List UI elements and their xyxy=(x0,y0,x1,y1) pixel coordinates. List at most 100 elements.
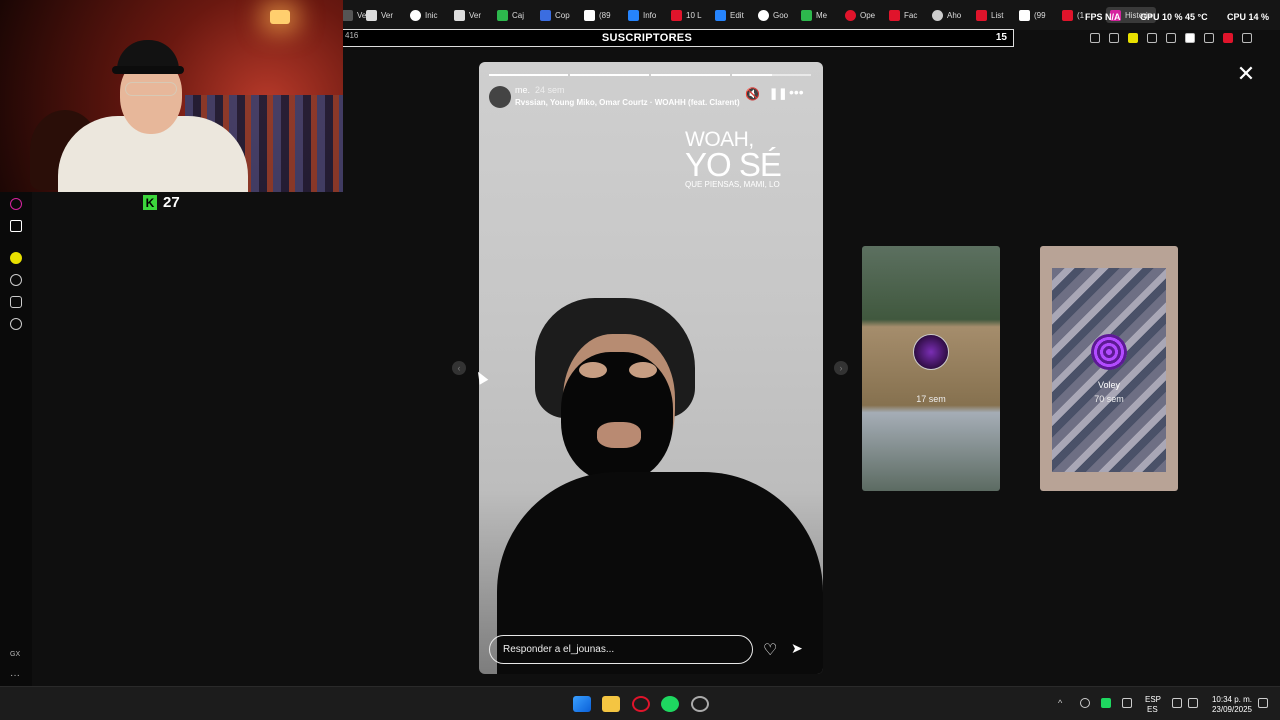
tab[interactable]: Info xyxy=(628,7,656,23)
tab[interactable]: Me xyxy=(801,7,827,23)
volume-icon[interactable] xyxy=(1188,698,1198,708)
story-music[interactable]: Rvssian, Young Miko, Omar Courtz · WOAHH… xyxy=(515,98,740,107)
tab[interactable]: Inic xyxy=(410,7,437,23)
close-icon: ✕ xyxy=(1236,61,1256,86)
cpu-stat: CPU 14 % xyxy=(1227,12,1270,22)
tab[interactable]: (1 xyxy=(1062,7,1084,23)
share-button[interactable]: ➤ xyxy=(791,640,811,660)
tab[interactable]: 10 L xyxy=(671,7,702,23)
like-button[interactable]: ♡ xyxy=(763,640,783,660)
pause-button[interactable]: ❚❚ xyxy=(769,87,787,103)
shield-icon[interactable] xyxy=(1128,33,1138,43)
chevron-up-icon[interactable]: ^ xyxy=(1058,698,1068,708)
start-icon[interactable] xyxy=(573,696,591,712)
thumbnail-time: 70 sem xyxy=(1094,394,1124,404)
story-progress-bar xyxy=(570,74,649,76)
bolt-icon xyxy=(976,9,987,21)
heart-icon[interactable] xyxy=(1166,33,1176,43)
tab[interactable]: Goo xyxy=(758,7,788,23)
tray-app-icon[interactable] xyxy=(1080,698,1090,708)
keyboard-layout[interactable]: ES xyxy=(1147,705,1158,714)
page-icon xyxy=(342,9,353,21)
puzzle-icon[interactable] xyxy=(1204,33,1214,43)
microphone-icon[interactable] xyxy=(1122,698,1132,708)
clock-time[interactable]: 10:34 p. m. xyxy=(1208,695,1252,704)
story-progress-fill xyxy=(651,74,730,76)
reply-input[interactable] xyxy=(489,635,753,664)
pocket-icon xyxy=(671,9,682,21)
story-progress-bar xyxy=(651,74,730,76)
gpu-stat: GPU 10 % 45 °C xyxy=(1140,12,1208,22)
tab[interactable]: Edit xyxy=(715,7,744,23)
windows-taskbar: ^ ESP ES 10:34 p. m. 23/09/2025 xyxy=(0,686,1280,720)
close-button[interactable]: ✕ xyxy=(1236,61,1256,86)
snapshot-icon[interactable] xyxy=(1109,33,1119,43)
thumbnail-avatar xyxy=(1091,334,1127,370)
tab[interactable]: Ver xyxy=(454,7,481,23)
opera-gx-icon[interactable] xyxy=(632,696,650,712)
tab[interactable]: Caj xyxy=(497,7,524,23)
page-icon xyxy=(497,9,508,21)
lyric-line: YO SÉ xyxy=(685,146,782,183)
subs-right-count: 15 xyxy=(995,32,1007,43)
instagram-icon[interactable] xyxy=(10,198,22,210)
story-progress-fill xyxy=(489,74,568,76)
mute-icon: 🔇 xyxy=(745,87,760,101)
tab[interactable]: Ope xyxy=(845,7,875,23)
file-explorer-icon[interactable] xyxy=(602,696,620,712)
more-button[interactable]: ••• xyxy=(789,84,809,100)
sheets-icon xyxy=(801,9,812,21)
glasses xyxy=(125,82,177,96)
subscribers-bar: 0 416 SUSCRIPTORES 15 xyxy=(280,29,1014,47)
tab[interactable]: Ver xyxy=(342,7,369,23)
tab[interactable]: Cop xyxy=(540,7,570,23)
mute-button[interactable]: 🔇 xyxy=(745,87,761,103)
cap-brim xyxy=(112,66,184,74)
tab[interactable]: (99 xyxy=(1019,7,1046,23)
thumbnail-photo xyxy=(1052,268,1166,472)
language-indicator[interactable]: ESP xyxy=(1145,695,1161,704)
spotify-icon[interactable] xyxy=(10,252,22,264)
google-icon xyxy=(758,9,769,21)
spotify-icon[interactable] xyxy=(661,696,679,712)
history-icon[interactable] xyxy=(10,274,22,286)
story-thumbnail[interactable]: 17 sem xyxy=(862,246,1000,491)
tab[interactable]: Aho xyxy=(932,7,961,23)
page-icon xyxy=(454,9,465,21)
tab[interactable]: Ver xyxy=(366,7,393,23)
eye-hole xyxy=(629,362,657,378)
tray-app-icon[interactable] xyxy=(1101,698,1111,708)
webcam-overlay xyxy=(0,0,343,192)
flag-icon xyxy=(889,9,900,21)
next-story-button[interactable]: › xyxy=(834,361,848,375)
story-progress-fill xyxy=(732,74,772,76)
extension-icon[interactable] xyxy=(1185,33,1195,43)
tiktok-icon[interactable] xyxy=(10,220,22,232)
menu-icon[interactable] xyxy=(1242,33,1252,43)
notification-icon[interactable] xyxy=(1258,698,1268,708)
play-icon[interactable] xyxy=(1147,33,1157,43)
story-progress-fill xyxy=(570,74,649,76)
page-icon xyxy=(584,9,595,21)
tab[interactable]: (89 xyxy=(584,7,611,23)
prev-story-button[interactable]: ‹ xyxy=(452,361,466,375)
story-avatar[interactable] xyxy=(489,86,511,108)
story-username[interactable]: me. xyxy=(515,85,530,95)
story-time: 24 sem xyxy=(535,85,565,95)
app-icon[interactable] xyxy=(691,696,709,712)
gx-label[interactable]: GX xyxy=(10,651,20,658)
pin-icon[interactable] xyxy=(1090,33,1100,43)
settings-icon[interactable] xyxy=(10,318,22,330)
tab[interactable]: List xyxy=(976,7,1003,23)
kick-icon: K xyxy=(143,195,157,210)
drive-icon xyxy=(715,9,726,21)
network-icon[interactable] xyxy=(1172,698,1182,708)
drive-icon xyxy=(628,9,639,21)
tab[interactable]: Fac xyxy=(889,7,917,23)
clock-date[interactable]: 23/09/2025 xyxy=(1208,705,1252,714)
more-icon: ••• xyxy=(789,84,804,100)
extensions-icon[interactable] xyxy=(10,296,22,308)
story-thumbnail[interactable]: Voley 70 sem xyxy=(1040,246,1178,491)
profile-icon[interactable] xyxy=(1223,33,1233,43)
sidebar-more-icon[interactable]: ··· xyxy=(10,670,20,681)
